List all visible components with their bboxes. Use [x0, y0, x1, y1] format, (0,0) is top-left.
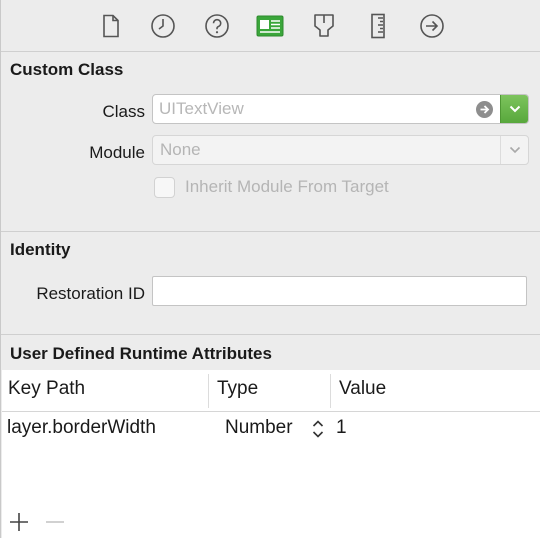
module-select[interactable]: None — [152, 135, 529, 165]
runtime-attributes-title: User Defined Runtime Attributes — [10, 344, 272, 363]
chevron-down-icon[interactable] — [500, 136, 528, 164]
chevron-down-icon — [509, 105, 520, 113]
file-inspector-icon[interactable] — [96, 11, 126, 41]
column-separator[interactable] — [330, 374, 331, 408]
inherit-module-checkbox[interactable] — [154, 177, 175, 198]
help-icon[interactable] — [202, 11, 232, 41]
section-divider — [1, 334, 540, 335]
key-path-cell[interactable]: layer.borderWidth — [7, 417, 156, 439]
class-label: Class — [102, 102, 145, 121]
column-header-key-path[interactable]: Key Path — [8, 378, 85, 400]
identity-inspector-icon[interactable] — [255, 11, 285, 41]
type-stepper-icon[interactable] — [311, 418, 325, 440]
restoration-id-label: Restoration ID — [36, 284, 145, 303]
connections-inspector-icon[interactable] — [417, 11, 447, 41]
restoration-id-input[interactable] — [152, 276, 527, 306]
class-input[interactable]: UITextView — [159, 99, 244, 119]
identity-title: Identity — [10, 240, 71, 259]
table-header: Key Path Type Value — [2, 370, 540, 412]
plus-icon — [10, 513, 28, 531]
identity-inspector-panel: Custom Class Class UITextView Module Non… — [0, 0, 540, 538]
class-dropdown-button[interactable] — [500, 95, 528, 123]
custom-class-title: Custom Class — [10, 60, 124, 79]
module-value: None — [160, 140, 201, 159]
remove-attribute-button[interactable] — [42, 509, 68, 535]
value-cell[interactable]: 1 — [336, 417, 347, 439]
inspector-toolbar — [1, 0, 540, 52]
go-to-class-icon[interactable] — [476, 101, 493, 118]
inherit-module-label: Inherit Module From Target — [185, 177, 389, 196]
section-divider — [1, 231, 540, 232]
column-header-type[interactable]: Type — [217, 378, 258, 400]
add-attribute-button[interactable] — [6, 509, 32, 535]
runtime-attributes-table: Key Path Type Value layer.borderWidth Nu… — [2, 370, 540, 538]
minus-icon — [46, 521, 64, 523]
attributes-inspector-icon[interactable] — [309, 11, 339, 41]
size-inspector-icon[interactable] — [363, 11, 393, 41]
class-combo-box[interactable]: UITextView — [152, 94, 529, 124]
quick-help-icon[interactable] — [148, 11, 178, 41]
column-header-value[interactable]: Value — [339, 378, 386, 400]
type-cell[interactable]: Number — [225, 417, 293, 439]
module-label: Module — [89, 143, 145, 162]
column-separator[interactable] — [208, 374, 209, 408]
